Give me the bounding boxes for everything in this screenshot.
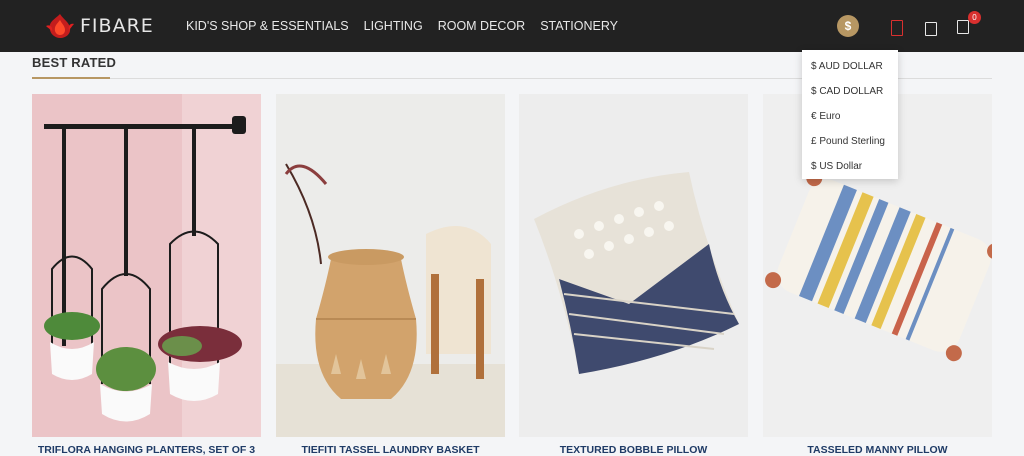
nav-item-stationery[interactable]: STATIONERY: [540, 19, 618, 33]
product-card[interactable]: TEXTURED BOBBLE PILLOW: [519, 94, 748, 456]
product-title[interactable]: TRIFLORA HANGING PLANTERS, SET OF 3: [32, 444, 261, 456]
currency-dropdown: $ AUD DOLLAR $ CAD DOLLAR € Euro £ Pound…: [802, 50, 898, 179]
nav-item-room-decor[interactable]: ROOM DECOR: [438, 19, 526, 33]
wishlist-icon[interactable]: [925, 22, 937, 36]
section-title: BEST RATED: [32, 55, 117, 70]
product-title[interactable]: TEXTURED BOBBLE PILLOW: [519, 444, 748, 456]
section-title-underline: [32, 77, 110, 79]
product-title[interactable]: TIEFITI TASSEL LAUNDRY BASKET: [276, 444, 505, 456]
product-image-laundry-basket[interactable]: [276, 94, 505, 437]
currency-option-eur[interactable]: € Euro: [802, 104, 898, 129]
nav-item-kids-shop[interactable]: KID'S SHOP & ESSENTIALS: [186, 19, 349, 33]
main-nav: KID'S SHOP & ESSENTIALS LIGHTING ROOM DE…: [186, 0, 633, 52]
currency-switcher-button[interactable]: $: [837, 15, 859, 37]
flame-logo-icon: [44, 12, 76, 40]
cart-count-badge: 0: [968, 11, 981, 24]
product-card[interactable]: TRIFLORA HANGING PLANTERS, SET OF 3: [32, 94, 261, 456]
product-image-bobble-pillow[interactable]: [519, 94, 748, 437]
currency-option-usd[interactable]: $ US Dollar: [802, 154, 898, 179]
nav-item-lighting[interactable]: LIGHTING: [364, 19, 423, 33]
currency-option-aud[interactable]: $ AUD DOLLAR: [802, 54, 898, 79]
brand-name: FIBARE: [80, 15, 154, 37]
user-icon[interactable]: [891, 20, 903, 36]
logo[interactable]: FIBARE: [44, 11, 154, 41]
cart-icon[interactable]: [957, 20, 969, 34]
product-card[interactable]: TIEFITI TASSEL LAUNDRY BASKET: [276, 94, 505, 456]
currency-option-gbp[interactable]: £ Pound Sterling: [802, 129, 898, 154]
product-image-planters[interactable]: [32, 94, 261, 437]
product-title[interactable]: TASSELED MANNY PILLOW: [763, 444, 992, 456]
top-bar: FIBARE KID'S SHOP & ESSENTIALS LIGHTING …: [0, 0, 1024, 52]
currency-option-cad[interactable]: $ CAD DOLLAR: [802, 79, 898, 104]
